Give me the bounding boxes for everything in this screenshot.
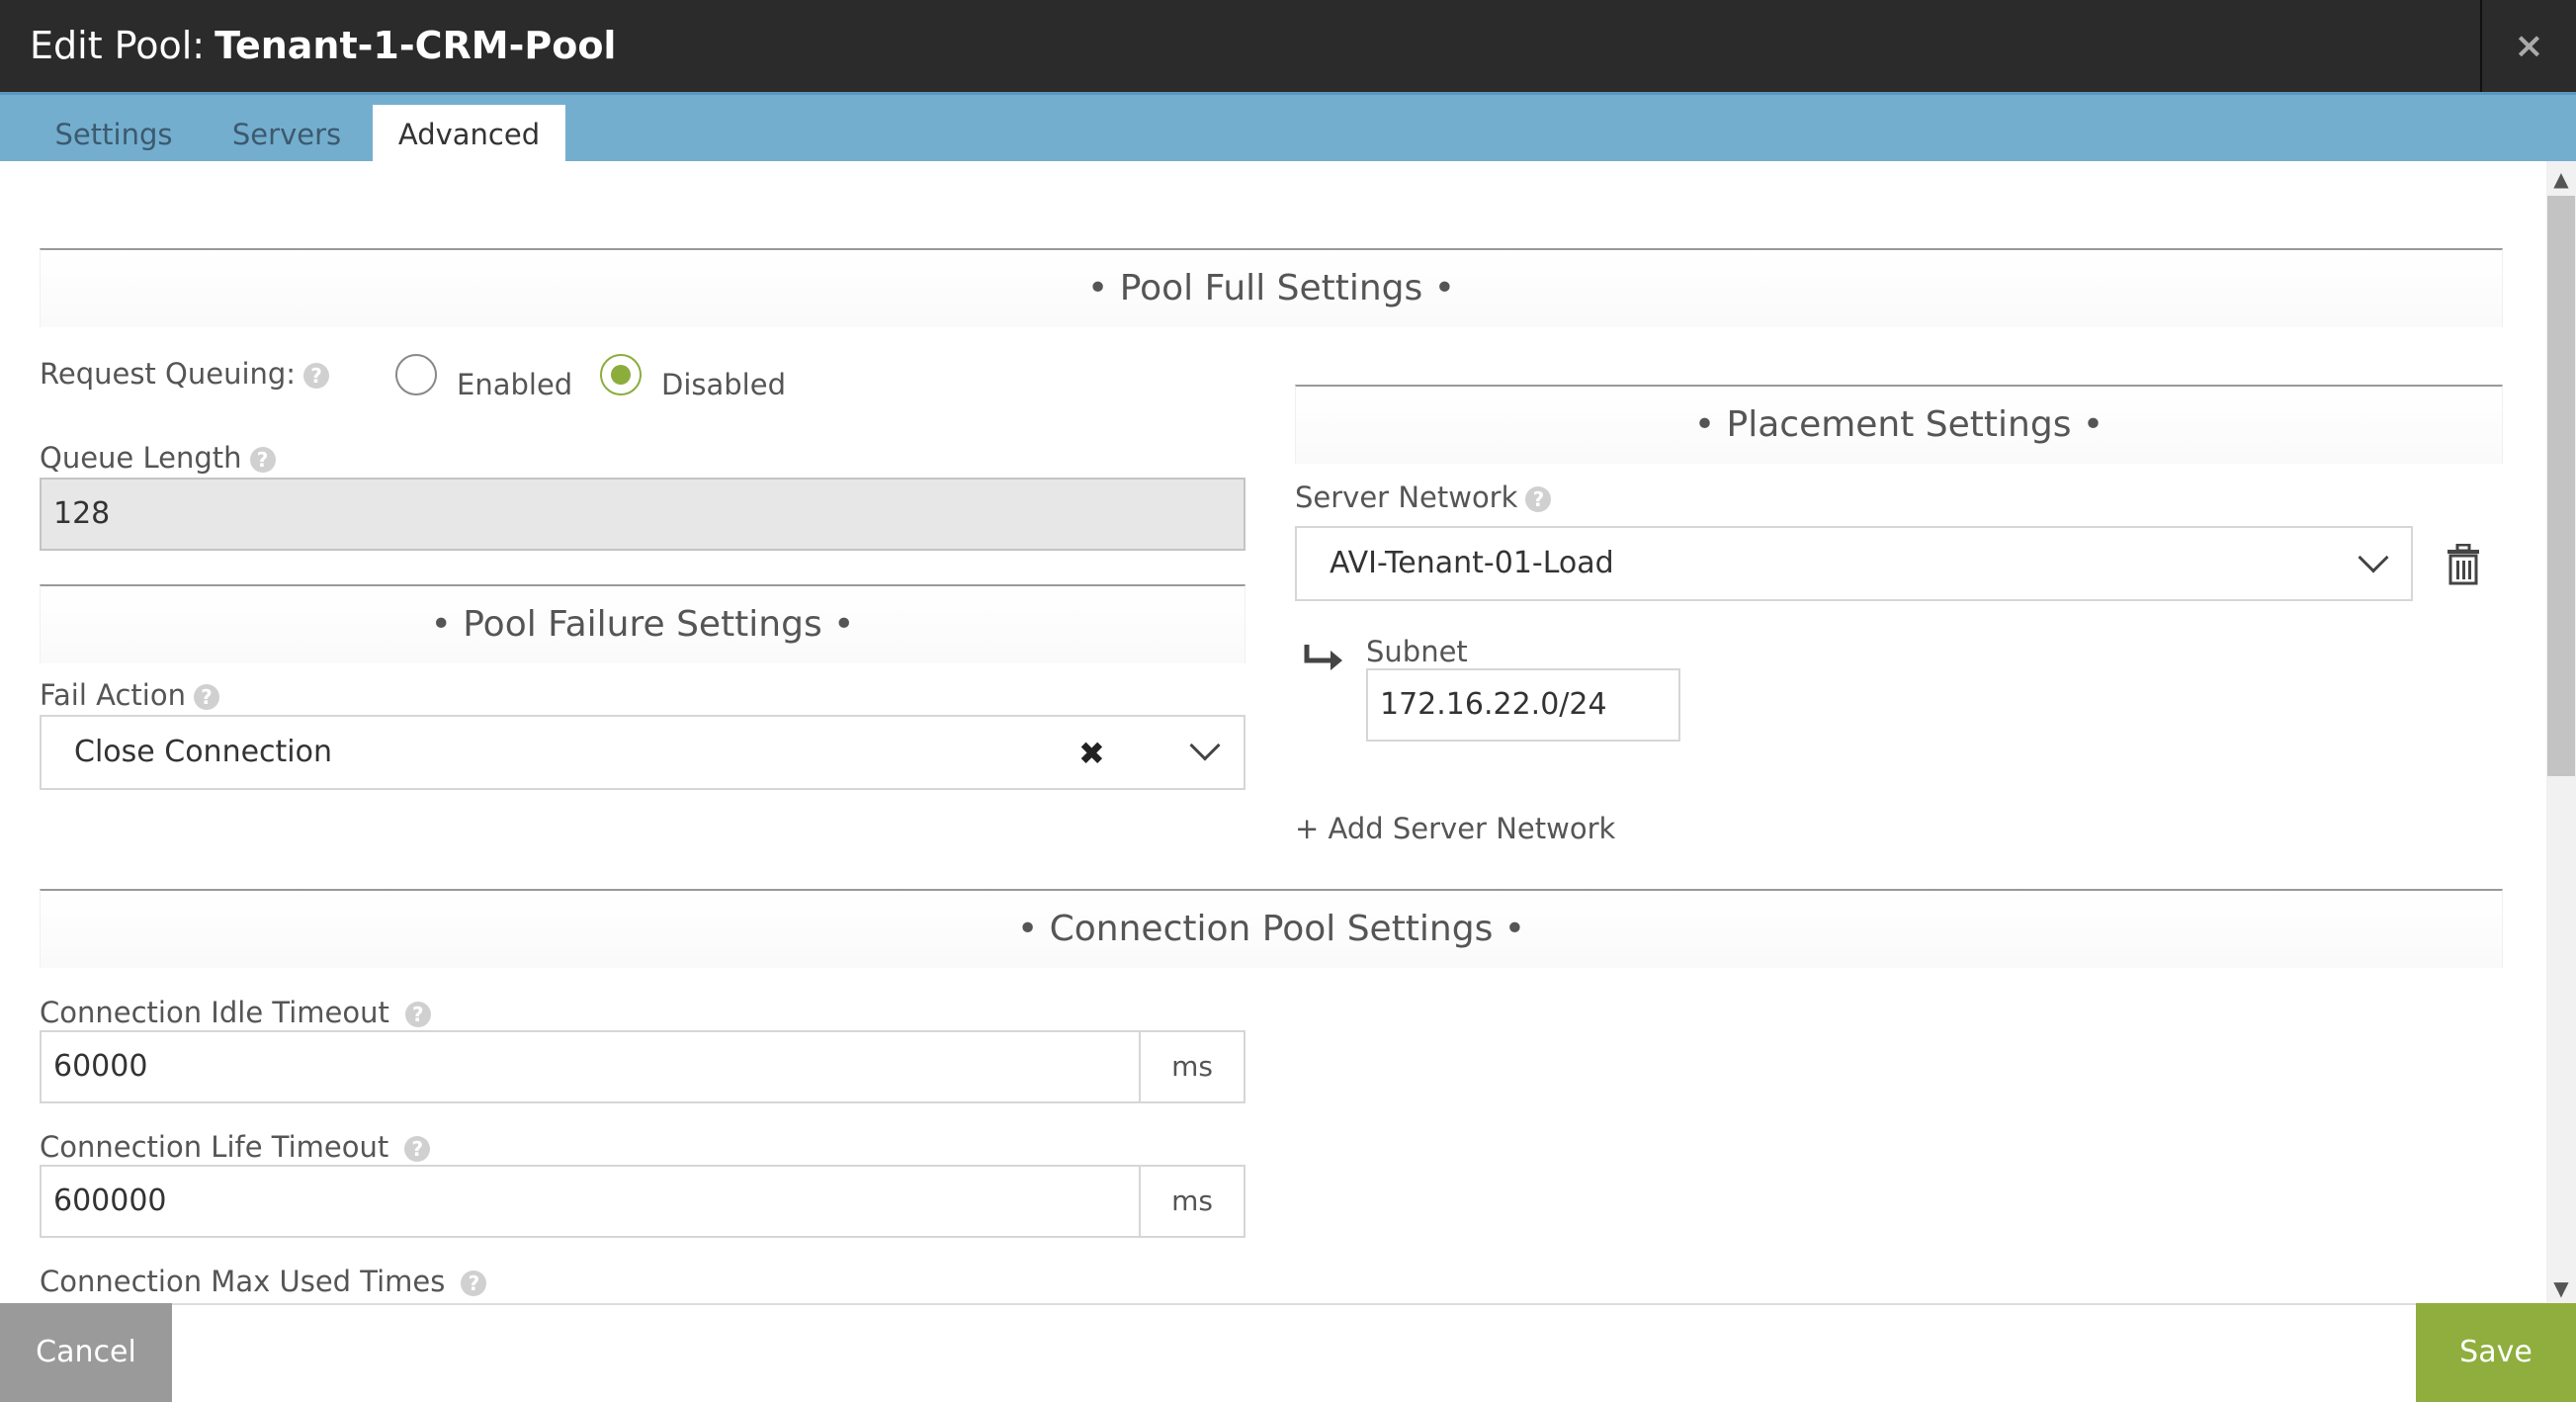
dialog-title: Edit Pool: Tenant-1-CRM-Pool bbox=[30, 0, 616, 92]
subnet-label: Subnet bbox=[1366, 635, 1468, 668]
idle-timeout-input[interactable]: 60000 bbox=[40, 1030, 1141, 1103]
queue-length-label: Queue Length? bbox=[40, 441, 276, 475]
radio-enabled-label[interactable]: Enabled bbox=[457, 368, 572, 401]
connection-pool-settings-header: • Connection Pool Settings • bbox=[40, 889, 2503, 968]
cancel-button[interactable]: Cancel bbox=[0, 1303, 172, 1402]
help-icon[interactable]: ? bbox=[461, 1271, 487, 1296]
add-server-network-link[interactable]: + Add Server Network bbox=[1295, 812, 1615, 845]
max-used-label-text: Connection Max Used Times bbox=[40, 1265, 446, 1298]
life-timeout-unit: ms bbox=[1141, 1165, 1245, 1238]
server-network-label-text: Server Network bbox=[1295, 481, 1518, 514]
subnet-arrow-icon bbox=[1304, 645, 1342, 670]
pool-failure-settings-header: • Pool Failure Settings • bbox=[40, 584, 1245, 663]
fail-action-label: Fail Action? bbox=[40, 678, 219, 712]
pool-name: Tenant-1-CRM-Pool bbox=[215, 24, 617, 67]
clear-icon[interactable]: ✖ bbox=[1078, 735, 1105, 772]
dialog-footer bbox=[0, 1303, 2576, 1402]
help-icon[interactable]: ? bbox=[249, 447, 276, 473]
tab-servers[interactable]: Servers bbox=[208, 105, 366, 164]
dialog-titlebar: Edit Pool: Tenant-1-CRM-Pool × bbox=[0, 0, 2576, 92]
request-queuing-label-text: Request Queuing: bbox=[40, 357, 297, 391]
tab-settings[interactable]: Settings bbox=[30, 105, 198, 164]
close-icon[interactable]: × bbox=[2482, 0, 2576, 92]
idle-timeout-label: Connection Idle Timeout? bbox=[40, 996, 431, 1029]
queue-length-input: 128 bbox=[40, 478, 1245, 551]
request-queuing-label: Request Queuing:? bbox=[40, 357, 330, 391]
save-button[interactable]: Save bbox=[2416, 1303, 2576, 1402]
radio-selected-dot bbox=[611, 365, 631, 385]
radio-disabled[interactable] bbox=[600, 354, 642, 395]
server-network-select[interactable]: AVI-Tenant-01-Load bbox=[1295, 526, 2413, 601]
close-button[interactable]: × bbox=[2480, 0, 2576, 92]
fail-action-select[interactable]: Close Connection bbox=[40, 715, 1245, 790]
pool-full-settings-header: • Pool Full Settings • bbox=[40, 248, 2503, 327]
tab-bar: Settings Servers Advanced bbox=[0, 92, 2576, 164]
idle-timeout-label-text: Connection Idle Timeout bbox=[40, 996, 389, 1029]
server-network-value: AVI-Tenant-01-Load bbox=[1330, 546, 1614, 580]
placement-settings-header: • Placement Settings • bbox=[1295, 385, 2503, 464]
fail-action-label-text: Fail Action bbox=[40, 678, 186, 712]
dialog-title-prefix: Edit Pool: bbox=[30, 24, 206, 67]
fail-action-value: Close Connection bbox=[74, 735, 333, 769]
help-icon[interactable]: ? bbox=[404, 1136, 431, 1162]
scrollbar-thumb[interactable] bbox=[2547, 196, 2575, 776]
tab-advanced[interactable]: Advanced bbox=[373, 105, 565, 164]
life-timeout-label-text: Connection Life Timeout bbox=[40, 1130, 389, 1164]
trash-icon[interactable] bbox=[2446, 544, 2481, 585]
subnet-input[interactable]: 172.16.22.0/24 bbox=[1366, 668, 1680, 742]
life-timeout-input[interactable]: 600000 bbox=[40, 1165, 1141, 1238]
scroll-down-icon[interactable]: ▼ bbox=[2546, 1273, 2576, 1303]
idle-timeout-unit: ms bbox=[1141, 1030, 1245, 1103]
life-timeout-label: Connection Life Timeout? bbox=[40, 1130, 431, 1164]
help-icon[interactable]: ? bbox=[1525, 486, 1552, 512]
scroll-up-icon[interactable]: ▲ bbox=[2546, 164, 2576, 194]
queue-length-label-text: Queue Length bbox=[40, 441, 242, 475]
max-used-label: Connection Max Used Times? bbox=[40, 1265, 487, 1298]
server-network-label: Server Network? bbox=[1295, 481, 1552, 514]
help-icon[interactable]: ? bbox=[193, 684, 219, 710]
radio-enabled[interactable] bbox=[395, 354, 437, 395]
help-icon[interactable]: ? bbox=[404, 1002, 431, 1027]
help-icon[interactable]: ? bbox=[303, 363, 330, 389]
radio-disabled-label[interactable]: Disabled bbox=[661, 368, 786, 401]
